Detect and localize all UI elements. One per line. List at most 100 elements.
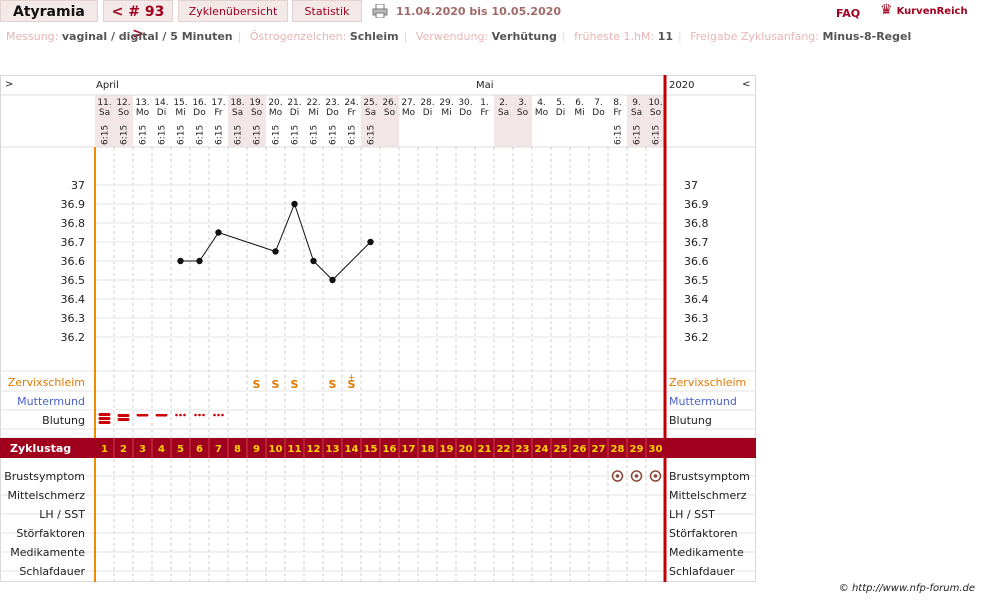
weekday-label: Mi (308, 108, 318, 118)
spotting-mark (202, 413, 205, 417)
weekday-label: Mo (402, 108, 416, 118)
meta-value: Schleim (349, 30, 399, 43)
day-number: 30. (458, 98, 472, 108)
weekday-label: Sa (365, 108, 376, 118)
weekday-label: Do (193, 108, 206, 118)
breast-symptom-dot (653, 474, 658, 478)
lower-row-label: Mittelschmerz (7, 489, 85, 502)
tab-statistics[interactable]: Statistik (292, 0, 362, 22)
lower-row-label: Schlafdauer (19, 565, 85, 578)
day-number: 5. (556, 98, 565, 108)
measure-time: 6:15 (120, 125, 130, 145)
y-tick-label-left: 36.2 (61, 331, 86, 344)
temperature-point (177, 257, 184, 265)
y-tick-label-left: 36.7 (61, 236, 86, 249)
weekday-label: Mi (175, 108, 185, 118)
y-tick-label-left: 36.9 (61, 198, 86, 211)
cervix-row-label: Zervixschleim (8, 376, 85, 389)
cycle-day-number: 24 (535, 444, 549, 455)
temperature-point (329, 276, 336, 284)
cycle-day-number: 22 (497, 444, 511, 455)
cycle-chart: > <2020April Mai11.Sa12.So13.Mo14.Di15.Mi1… (0, 75, 756, 582)
bleeding-mark (98, 417, 111, 420)
cycle-day-number: 17 (402, 444, 416, 455)
y-tick-label-right: 36.5 (684, 274, 709, 287)
footer-credit: © http://www.nfp-forum.de (838, 583, 975, 594)
spotting-mark (175, 413, 178, 417)
weekday-label: Sa (631, 108, 642, 118)
weekday-label: Di (290, 108, 299, 118)
cycle-day-number: 19 (440, 444, 454, 455)
bleeding-row-label-right: Blutung (669, 414, 712, 427)
measure-time: 6:15 (139, 125, 149, 145)
day-number: 17. (211, 98, 225, 108)
temperature-point (196, 257, 203, 265)
weekday-label: Mo (136, 108, 150, 118)
y-tick-label-left: 36.5 (61, 274, 86, 287)
day-number: 21. (287, 98, 301, 108)
lower-row-label-right: Mittelschmerz (669, 489, 747, 502)
meta-value: Verhütung (491, 30, 557, 43)
kurvenreich-logo[interactable]: ♛ KurvenReich (880, 2, 968, 18)
cycle-day-number: 21 (478, 444, 492, 455)
weekday-label: Di (423, 108, 432, 118)
weekday-label: So (118, 108, 130, 118)
y-tick-label-left: 37 (71, 179, 85, 192)
weekday-label: Fr (480, 108, 489, 118)
cycle-day-number: 4 (158, 444, 165, 455)
bleeding-mark (117, 414, 130, 417)
nav-prev-button[interactable]: > (5, 79, 13, 90)
day-number: 2. (499, 98, 508, 108)
breast-symptom-dot (615, 474, 620, 478)
day-number: 27. (401, 98, 415, 108)
lower-row-label: Brustsymptom (4, 470, 85, 483)
tab-cycle-overview[interactable]: Zyklenübersicht (178, 0, 288, 22)
spotting-mark (213, 413, 216, 417)
spotting-mark (221, 413, 224, 417)
day-number: 16. (192, 98, 206, 108)
brand-title: Atyramia (0, 0, 98, 22)
cycle-day-number: 23 (516, 444, 530, 455)
cervix-mark: S (272, 378, 280, 391)
meta-sep: | (561, 30, 566, 43)
weekday-label: Mo (535, 108, 549, 118)
nav-next-button[interactable]: < (742, 79, 750, 90)
meta-value: Minus-8-Regel (822, 30, 912, 43)
faq-link[interactable]: FAQ (836, 7, 860, 20)
cycle-day-number: 25 (554, 444, 568, 455)
bleeding-mark (155, 414, 168, 417)
cycle-day-number: 1 (101, 444, 108, 455)
lower-row-label-right: Schlafdauer (669, 565, 735, 578)
y-tick-label-right: 36.6 (684, 255, 709, 268)
cycle-day-number: 28 (611, 444, 625, 455)
measure-time: 6:15 (253, 125, 263, 145)
cycle-day-label: Zyklustag (10, 442, 71, 455)
measure-time: 6:15 (291, 125, 301, 145)
meta-key: früheste 1.hM: (574, 30, 655, 43)
date-range: 11.04.2020 bis 10.05.2020 (396, 5, 562, 18)
weekday-label: So (650, 108, 662, 118)
measure-time: 6:15 (177, 125, 187, 145)
temperature-point (367, 238, 374, 246)
measure-time: 6:15 (215, 125, 225, 145)
spotting-mark (194, 413, 197, 417)
spotting-mark (179, 413, 182, 417)
cycle-nav[interactable]: < # 93 > (103, 0, 173, 42)
day-number: 10. (648, 98, 662, 108)
meta-key: Freigabe Zyklusanfang: (690, 30, 819, 43)
bleeding-mark (136, 414, 149, 417)
meta-key: Messung: (6, 30, 59, 43)
day-number: 14. (154, 98, 168, 108)
day-number: 19. (249, 98, 263, 108)
cycle-day-number: 20 (459, 444, 473, 455)
weekday-label: So (517, 108, 529, 118)
bleeding-mark (98, 421, 111, 424)
day-number: 29. (439, 98, 453, 108)
day-number: 25. (363, 98, 377, 108)
measure-time: 6:15 (234, 125, 244, 145)
weekday-label: Do (459, 108, 472, 118)
lower-row-label-right: Brustsymptom (669, 470, 750, 483)
month-label: April (96, 80, 119, 91)
measure-time: 6:15 (272, 125, 282, 145)
printer-icon[interactable] (372, 4, 388, 18)
